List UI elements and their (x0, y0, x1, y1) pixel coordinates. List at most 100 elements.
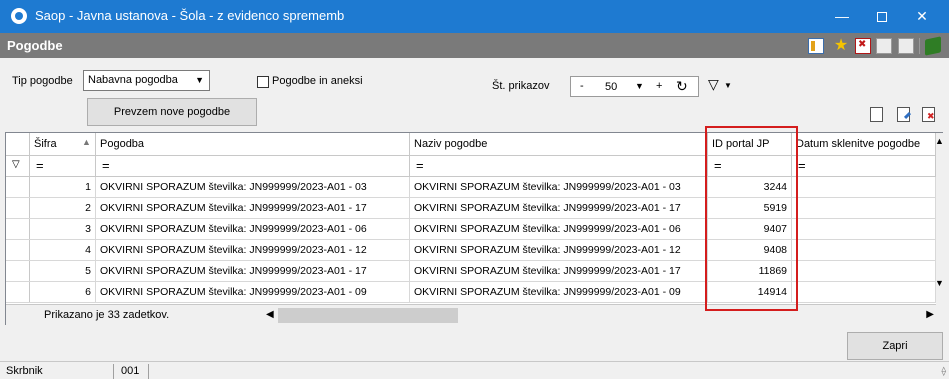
contracts-grid: Šifra ▲ Pogodba Naziv pogodbe ID portal … (5, 132, 944, 325)
prikazov-value[interactable]: 50 (605, 81, 617, 93)
chevron-down-icon: ▼ (195, 75, 204, 85)
cell-id-portal: 9408 (708, 240, 792, 260)
row-indicator[interactable] (6, 219, 30, 239)
status-code: 001 (117, 364, 149, 379)
column-header-sifra-label: Šifra (34, 138, 57, 150)
prikazov-label: Št. prikazov (492, 80, 550, 92)
refresh-icon[interactable]: ↻ (676, 78, 688, 95)
row-indicator[interactable] (6, 240, 30, 260)
record-count: Prikazano je 33 zadetkov. (44, 309, 170, 321)
grid-rows: 1 OKVIRNI SPORAZUM številka: JN999999/20… (6, 177, 936, 304)
cell-pogodba: OKVIRNI SPORAZUM številka: JN999999/2023… (96, 177, 410, 197)
table-row[interactable]: 6 OKVIRNI SPORAZUM številka: JN999999/20… (6, 282, 936, 303)
table-row[interactable]: 3 OKVIRNI SPORAZUM številka: JN999999/20… (6, 219, 936, 240)
row-indicator[interactable] (6, 198, 30, 218)
scroll-down-icon[interactable]: ▼ (935, 278, 944, 288)
cell-sifra: 3 (30, 219, 96, 239)
column-header-sifra[interactable]: Šifra ▲ (30, 133, 96, 156)
prikazov-minus-button[interactable]: - (580, 80, 584, 92)
horizontal-scroll-thumb[interactable] (278, 308, 458, 323)
cell-sifra: 5 (30, 261, 96, 281)
cell-naziv: OKVIRNI SPORAZUM številka: JN999999/2023… (410, 198, 708, 218)
filter-cell-pogodba[interactable]: = (96, 156, 410, 176)
grid-footer: Prikazano je 33 zadetkov. ◀ ▶ (6, 304, 936, 325)
filter-cell-id-portal[interactable]: = (708, 156, 792, 176)
prikazov-dropdown-icon[interactable]: ▼ (635, 81, 644, 91)
cell-datum (792, 219, 936, 239)
prikazov-plus-button[interactable]: + (656, 80, 662, 92)
row-indicator[interactable] (6, 177, 30, 197)
copy-icon[interactable] (876, 38, 892, 54)
sort-asc-icon: ▲ (82, 137, 91, 147)
cell-pogodba: OKVIRNI SPORAZUM številka: JN999999/2023… (96, 198, 410, 218)
cell-pogodba: OKVIRNI SPORAZUM številka: JN999999/2023… (96, 219, 410, 239)
vertical-scrollbar[interactable]: ▲ ▼ (935, 133, 944, 325)
cell-naziv: OKVIRNI SPORAZUM številka: JN999999/2023… (410, 240, 708, 260)
scroll-up-icon[interactable]: ▲ (935, 136, 944, 146)
status-user: Skrbnik (2, 364, 114, 379)
column-header-naziv[interactable]: Naziv pogodbe (410, 133, 708, 156)
page-title: Pogodbe (7, 38, 63, 53)
close-button[interactable]: ✕ (902, 0, 942, 33)
cell-pogodba: OKVIRNI SPORAZUM številka: JN999999/2023… (96, 240, 410, 260)
filter-icon[interactable]: ▽ (708, 76, 719, 93)
prikazov-stepper[interactable]: - 50 ▼ + ↻ (570, 76, 699, 97)
tip-pogodbe-value: Nabavna pogodba (88, 74, 178, 86)
row-indicator[interactable] (6, 282, 30, 302)
cell-pogodba: OKVIRNI SPORAZUM številka: JN999999/2023… (96, 261, 410, 281)
cell-naziv: OKVIRNI SPORAZUM številka: JN999999/2023… (410, 261, 708, 281)
help-book-icon[interactable] (925, 36, 941, 56)
corner-header (6, 133, 30, 156)
toolbar-separator (919, 38, 920, 54)
tip-pogodbe-label: Tip pogodbe (12, 75, 73, 87)
cell-naziv: OKVIRNI SPORAZUM številka: JN999999/2023… (410, 219, 708, 239)
delete-form-icon[interactable] (855, 38, 871, 54)
delete-document-icon[interactable] (922, 107, 935, 122)
filter-row: ▽ = = = = = (6, 156, 936, 177)
filter-cell-datum[interactable]: = (792, 156, 936, 176)
column-header-pogodba[interactable]: Pogodba (96, 133, 410, 156)
column-header-id-portal[interactable]: ID portal JP (708, 133, 792, 156)
cell-id-portal: 14914 (708, 282, 792, 302)
new-document-icon[interactable] (870, 107, 883, 122)
aneksi-checkbox[interactable] (257, 76, 269, 88)
horizontal-scrollbar[interactable]: ◀ ▶ (264, 307, 936, 324)
cell-pogodba: OKVIRNI SPORAZUM številka: JN999999/2023… (96, 282, 410, 302)
filter-cell-sifra[interactable]: = (30, 156, 96, 176)
window-titlebar: Saop - Javna ustanova - Šola - z evidenc… (0, 0, 949, 33)
row-filter-icon[interactable]: ▽ (6, 156, 30, 176)
cell-id-portal: 9407 (708, 219, 792, 239)
form-header: Pogodbe (0, 33, 949, 58)
app-logo-icon (11, 8, 27, 24)
window-title: Saop - Javna ustanova - Šola - z evidenc… (35, 8, 345, 23)
cell-sifra: 6 (30, 282, 96, 302)
maximize-button[interactable] (862, 0, 902, 33)
minimize-button[interactable]: — (822, 0, 862, 33)
table-row[interactable]: 1 OKVIRNI SPORAZUM številka: JN999999/20… (6, 177, 936, 198)
column-header-datum[interactable]: Datum sklenitve pogodbe (792, 133, 936, 156)
cell-datum (792, 261, 936, 281)
table-row[interactable]: 2 OKVIRNI SPORAZUM številka: JN999999/20… (6, 198, 936, 219)
row-indicator[interactable] (6, 261, 30, 281)
layout-icon[interactable] (808, 38, 824, 54)
filter-cell-naziv[interactable]: = (410, 156, 708, 176)
maximize-icon (877, 12, 887, 23)
scroll-right-icon[interactable]: ▶ (926, 309, 934, 320)
cell-sifra: 4 (30, 240, 96, 260)
cell-naziv: OKVIRNI SPORAZUM številka: JN999999/2023… (410, 177, 708, 197)
cell-id-portal: 11869 (708, 261, 792, 281)
tip-pogodbe-select[interactable]: Nabavna pogodba ▼ (83, 70, 210, 91)
cell-datum (792, 240, 936, 260)
edit-document-icon[interactable] (897, 107, 910, 122)
paste-icon[interactable] (898, 38, 914, 54)
resize-grip-icon[interactable]: ⟠ (942, 366, 946, 377)
cell-sifra: 1 (30, 177, 96, 197)
filter-dropdown-icon[interactable]: ▼ (724, 81, 732, 90)
scroll-left-icon[interactable]: ◀ (266, 309, 274, 320)
table-row[interactable]: 4 OKVIRNI SPORAZUM številka: JN999999/20… (6, 240, 936, 261)
prevzem-button[interactable]: Prevzem nove pogodbe (87, 98, 257, 126)
zapri-button[interactable]: Zapri (847, 332, 943, 360)
cell-id-portal: 3244 (708, 177, 792, 197)
star-icon[interactable]: ★ (833, 38, 849, 54)
table-row[interactable]: 5 OKVIRNI SPORAZUM številka: JN999999/20… (6, 261, 936, 282)
